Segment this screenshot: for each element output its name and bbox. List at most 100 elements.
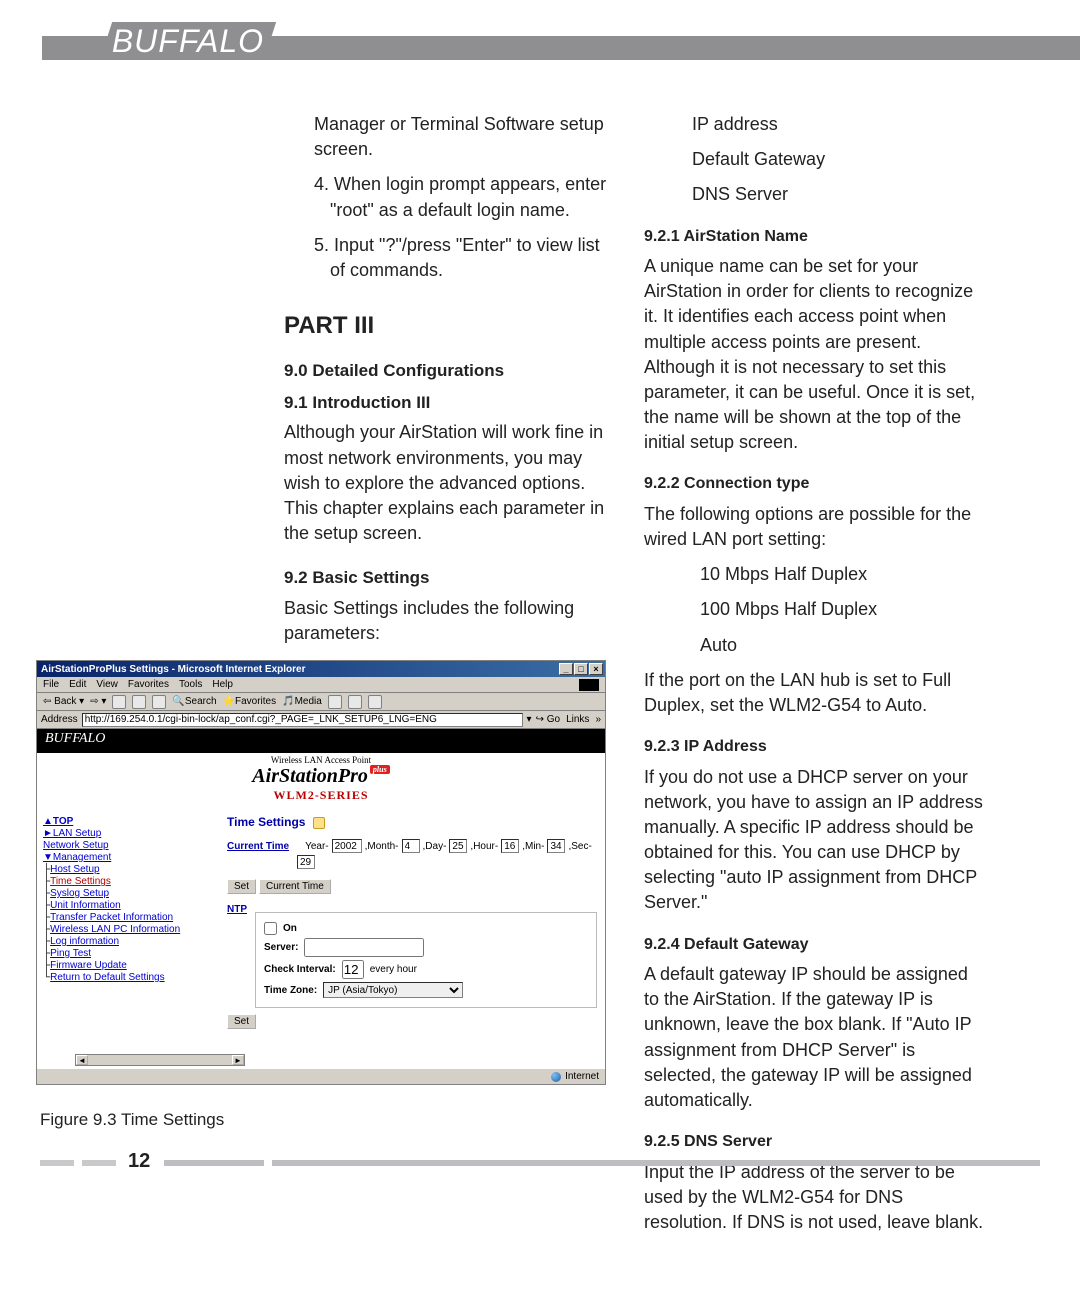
addr-dropdown-icon[interactable]: ▾ [527,714,532,725]
year-label: Year- [305,841,329,852]
media-button[interactable]: 🎵Media [282,696,322,707]
set-button-1[interactable]: Set [227,879,256,894]
nav-firmware[interactable]: ├Firmware Update [43,960,211,971]
favorites-button[interactable]: ⭐Favorites [223,696,277,707]
nav-item-1[interactable]: Time Settings [50,876,111,887]
current-time-row: Current Time Year- ,Month- ,Day- ,Hour- … [227,839,597,853]
ie-toolbar[interactable]: ⇦ Back ▾ ⇨ ▾ 🔍Search ⭐Favorites 🎵Media [37,693,605,711]
ntp-on-checkbox[interactable] [264,922,277,935]
day-input[interactable] [449,839,467,853]
refresh-icon[interactable] [132,695,146,709]
ie-menubar[interactable]: File Edit View Favorites Tools Help [37,677,605,693]
links-chevron-icon[interactable]: » [595,714,601,725]
menu-help[interactable]: Help [212,679,233,690]
nav-item-3[interactable]: Unit Information [50,900,121,911]
nav-network-setup[interactable]: Network Setup [43,840,211,851]
nav-item-5[interactable]: Wireless LAN PC Information [50,924,180,935]
nav-time-settings[interactable]: ├Time Settings [43,876,211,887]
ntp-on-label: On [283,923,297,934]
server-input[interactable] [304,938,424,957]
zone-globe-icon [551,1072,561,1082]
media-label: Media [295,696,322,707]
ie-window: AirStationProPlus Settings - Microsoft I… [36,660,606,1085]
every-hour-label: every hour [370,964,417,975]
p-925: Input the IP address of the server to be… [644,1160,984,1236]
history-icon[interactable] [328,695,342,709]
check-input[interactable] [342,960,364,979]
menu-view[interactable]: View [96,679,118,690]
nav-item-7[interactable]: Ping Test [50,948,91,959]
hour-input[interactable] [501,839,519,853]
ie-statusbar: Internet [37,1068,605,1084]
year-input[interactable] [332,839,362,853]
help-icon[interactable] [313,817,325,829]
menu-edit[interactable]: Edit [69,679,86,690]
nav-log-info[interactable]: ├Log information [43,936,211,947]
day-label: ,Day- [423,841,447,852]
p922-item-1: 100 Mbps Half Duplex [700,597,984,622]
address-input[interactable] [82,713,523,727]
home-icon[interactable] [152,695,166,709]
set-button-2[interactable]: Set [227,1014,256,1029]
nav-lan-link[interactable]: ►LAN Setup [43,828,101,839]
stop-icon[interactable] [112,695,126,709]
nav-ping-test[interactable]: ├Ping Test [43,948,211,959]
nav-transfer-packet[interactable]: ├Transfer Packet Information [43,912,211,923]
current-time-button[interactable]: Current Time [259,879,331,894]
mail-icon[interactable] [348,695,362,709]
set-row-2: Set [227,1014,597,1029]
help-icon[interactable] [292,841,302,851]
print-icon[interactable] [368,695,382,709]
menu-file[interactable]: File [43,679,59,690]
nav-horizontal-scrollbar[interactable]: ◄ ► [75,1054,245,1066]
ie-addressbar[interactable]: Address ▾ ↪ Go Links » [37,711,605,729]
nav-management[interactable]: ▼Management [43,852,211,863]
nav-mgmt-link[interactable]: ▼Management [43,852,111,863]
menu-favorites[interactable]: Favorites [128,679,169,690]
scroll-left-icon[interactable]: ◄ [76,1055,88,1065]
nav-syslog[interactable]: ├Syslog Setup [43,888,211,899]
sec-input[interactable] [297,855,315,869]
nav-item-4[interactable]: Transfer Packet Information [50,912,173,923]
search-button[interactable]: 🔍Search [172,696,216,707]
nav-item-6[interactable]: Log information [50,936,119,947]
nav-host-setup[interactable]: ├Host Setup [43,864,211,875]
current-time-label: Current Time [227,841,289,852]
nav-defaults[interactable]: └Return to Default Settings [43,972,211,983]
menu-tools[interactable]: Tools [179,679,202,690]
ntp-label: NTP [227,904,247,915]
month-label: ,Month- [365,841,399,852]
maximize-button[interactable]: □ [574,663,588,675]
close-button[interactable]: × [589,663,603,675]
zone-label: Internet [565,1071,599,1082]
tz-select[interactable]: JP (Asia/Tokyo) [323,982,463,998]
nav-item-2[interactable]: Syslog Setup [50,888,109,899]
brand-text: BUFFALO [112,23,264,60]
ntp-on-row: On [264,922,588,935]
nav-item-8[interactable]: Firmware Update [50,960,127,971]
nav-net-link[interactable]: Network Setup [43,840,109,851]
back-button[interactable]: ⇦ Back ▾ [43,696,84,707]
h-925: 9.2.5 DNS Server [644,1131,984,1153]
ie-titlebar[interactable]: AirStationProPlus Settings - Microsoft I… [37,661,605,677]
nav-lan-setup[interactable]: ►LAN Setup [43,828,211,839]
nav-unit-info[interactable]: ├Unit Information [43,900,211,911]
top-item-0: IP address [644,112,984,137]
forward-button[interactable]: ⇨ ▾ [90,696,106,707]
ntp-label-col: NTP [227,904,247,1008]
h-921: 9.2.1 AirStation Name [644,226,984,248]
nav-top[interactable]: ▲TOP [43,816,211,827]
brand-big-a: AirStation [252,765,338,787]
brand-plus-badge: plus [370,765,390,774]
go-button[interactable]: ↪ Go [536,714,561,725]
min-input[interactable] [547,839,565,853]
sec-9-1: 9.1 Introduction III [284,391,608,415]
month-input[interactable] [402,839,420,853]
nav-top-link[interactable]: ▲TOP [43,816,73,827]
nav-wlan-pc-info[interactable]: ├Wireless LAN PC Information [43,924,211,935]
scroll-right-icon[interactable]: ► [232,1055,244,1065]
links-button[interactable]: Links [564,714,591,725]
nav-item-9[interactable]: Return to Default Settings [50,972,165,983]
minimize-button[interactable]: _ [559,663,573,675]
nav-item-0[interactable]: Host Setup [50,864,99,875]
